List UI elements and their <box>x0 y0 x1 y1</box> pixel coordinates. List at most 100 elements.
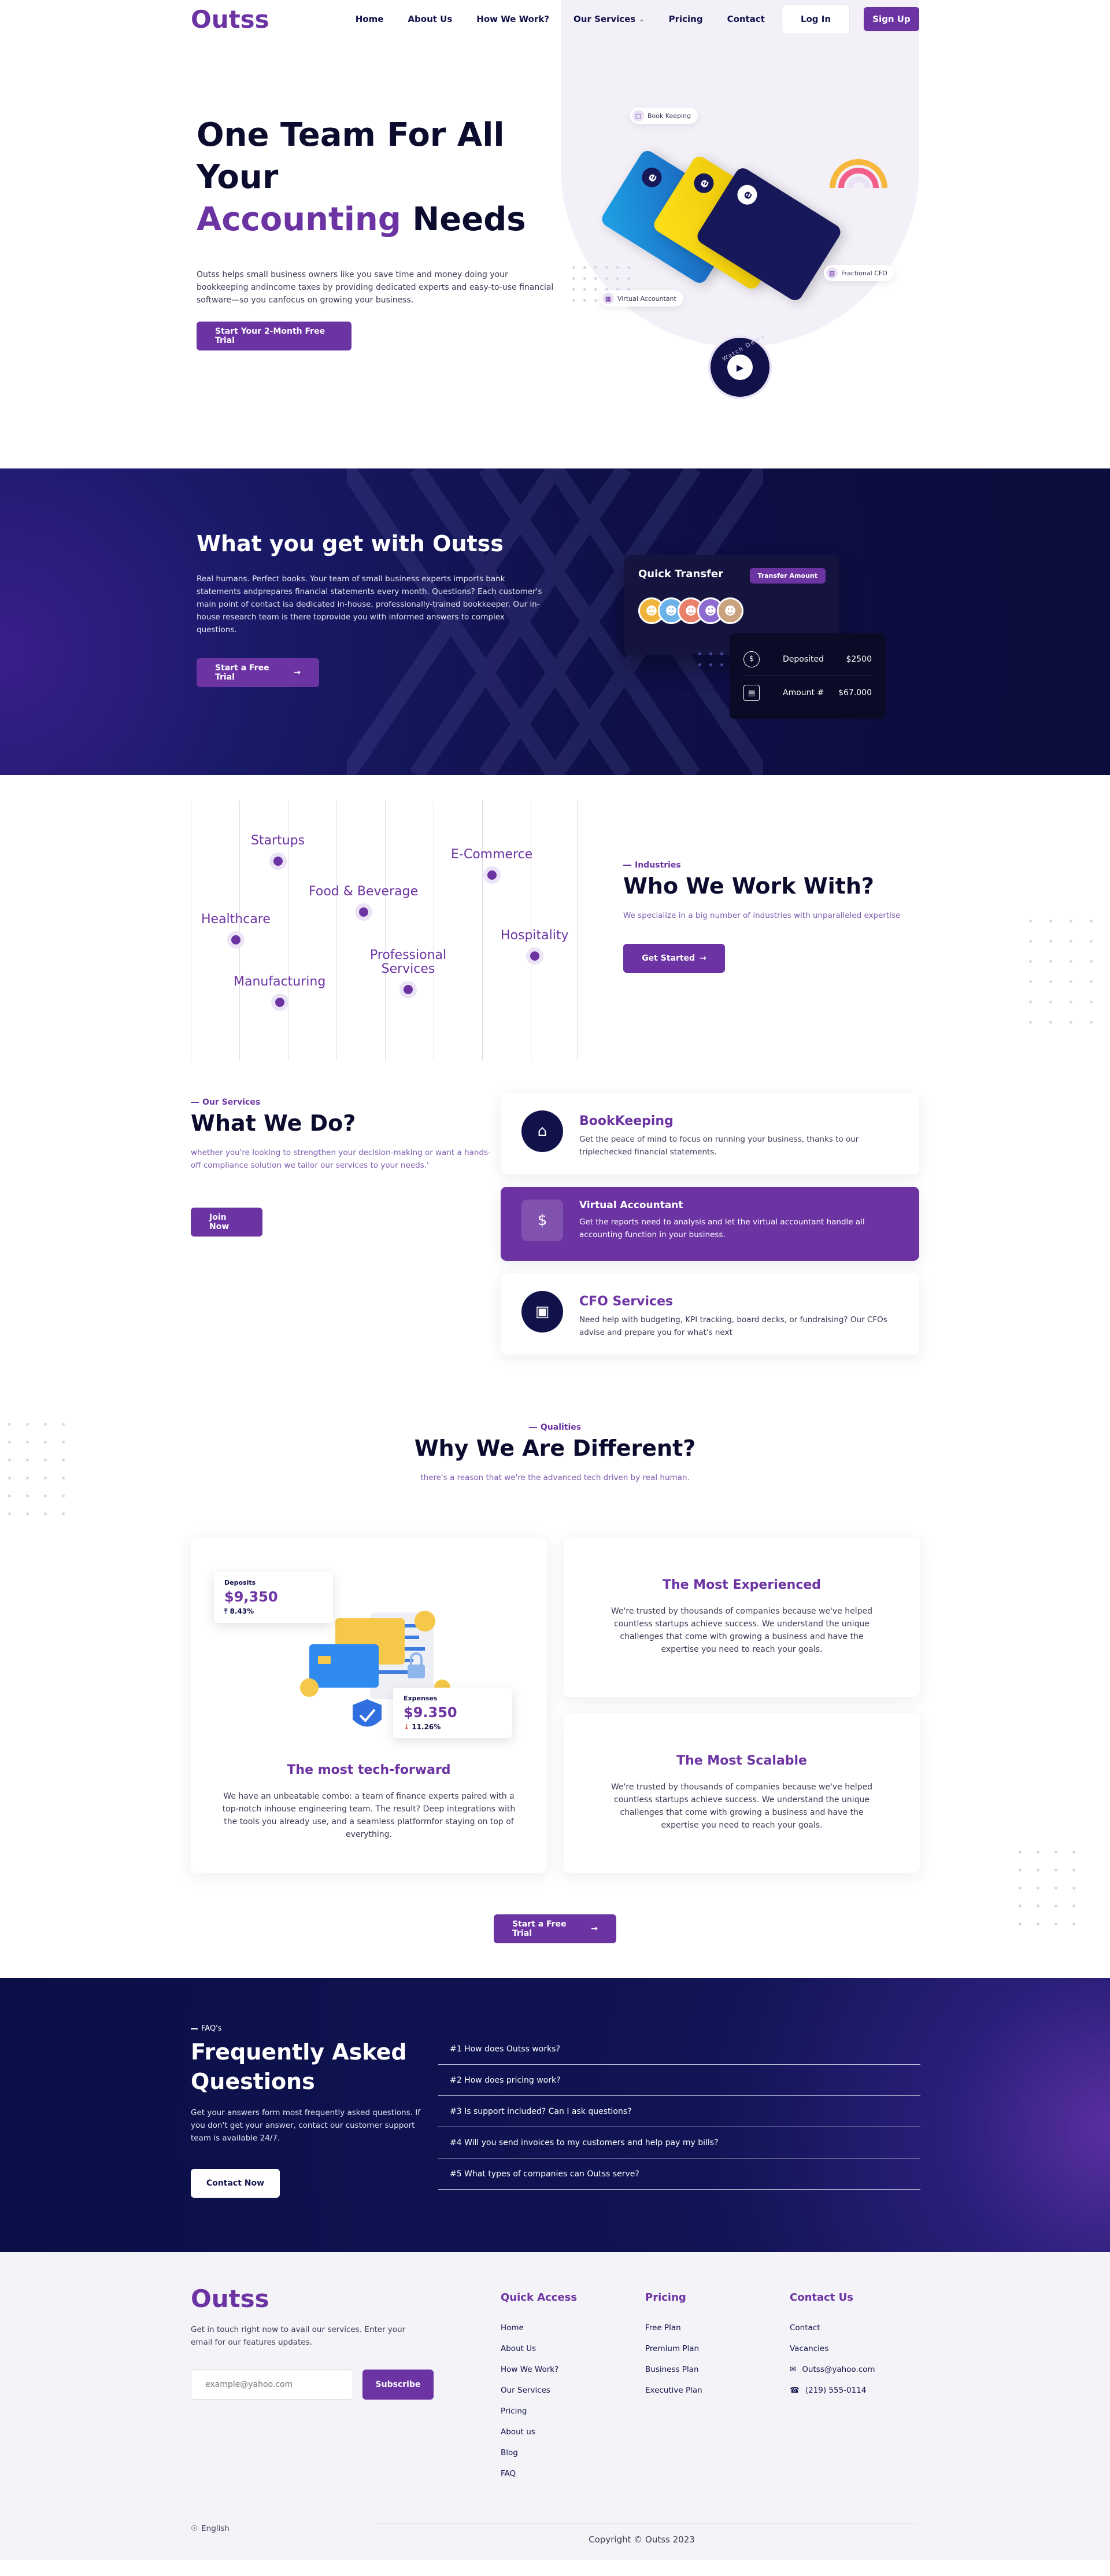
copyright: Copyright © Outss 2023 <box>589 2534 695 2545</box>
join-now-button[interactable]: Join Now <box>191 1208 262 1237</box>
hero-illustration: □ Book Keeping e e e ▦ Virtual Accountant … <box>561 0 919 399</box>
industry-startups[interactable]: Startups <box>251 833 305 870</box>
footer-logo[interactable]: Outss <box>191 2285 434 2313</box>
footer-link[interactable]: Pricing <box>501 2401 577 2422</box>
deposited-value: $2500 <box>846 654 872 664</box>
dollar-icon: $ <box>743 651 760 667</box>
contact-now-button[interactable]: Contact Now <box>191 2168 280 2198</box>
credit-cards: e e e <box>599 147 843 304</box>
money-icon: ▣ <box>521 1291 563 1333</box>
footer-link[interactable]: Executive Plan <box>645 2380 702 2401</box>
arrow-right-icon: → <box>294 668 301 677</box>
transfer-amount-button[interactable]: Transfer Amount <box>749 568 826 584</box>
most-scalable-card: The Most Scalable We're trusted by thous… <box>564 1713 920 1873</box>
subscribe-button[interactable]: Subscribe <box>362 2370 434 2400</box>
watch-demo-button[interactable]: Watch Demo ▶ <box>708 333 772 399</box>
footer-link[interactable]: Home <box>501 2317 577 2338</box>
subscribe-form: Subscribe <box>191 2370 434 2400</box>
chevron-down-icon: ⌄ <box>639 15 645 23</box>
industry-ecommerce[interactable]: E-Commerce <box>451 847 532 884</box>
what-you-get-section: What you get with Outss Real humans. Per… <box>0 468 1110 775</box>
what-description: Real humans. Perfect books. Your team of… <box>197 574 542 634</box>
expenses-change-value: 11.26% <box>412 1723 441 1731</box>
footer-link[interactable]: Business Plan <box>645 2359 702 2380</box>
footer-link[interactable]: Blog <box>501 2442 577 2463</box>
faq-item[interactable]: #5 What types of companies can Outss ser… <box>438 2158 920 2190</box>
phone-icon: ☎ <box>790 2386 800 2395</box>
avatar[interactable]: ☻ <box>717 597 743 624</box>
industry-label: Healthcare <box>201 912 271 927</box>
hero-title-line1: One Team For All Your <box>197 116 505 196</box>
nav-home[interactable]: Home <box>356 14 384 24</box>
get-started-label: Get Started <box>642 954 695 963</box>
qualities-cta-button[interactable]: Start a Free Trial → <box>494 1914 616 1943</box>
chart-icon: ▥ <box>826 267 838 279</box>
qualities-title: Why We Are Different? <box>414 1435 696 1461</box>
faq-item[interactable]: #1 How does Outss works? <box>438 2034 920 2065</box>
industry-professional-services[interactable]: Professional Services <box>368 948 449 999</box>
qualities-section: Qualities Why We Are Different? there's … <box>0 1400 1110 1978</box>
industry-manufacturing[interactable]: Manufacturing <box>234 975 325 1012</box>
footer-link[interactable]: About Us <box>501 2338 577 2359</box>
service-bookkeeping[interactable]: ⌂ BookKeeping Get the peace of mind to fo… <box>501 1093 919 1174</box>
card-logo-icon: e <box>690 169 717 197</box>
language-selector[interactable]: ☉ English <box>191 2524 230 2533</box>
service-name: CFO Services <box>579 1294 674 1309</box>
amount-row: ▤ Amount # $67.000 <box>743 676 872 710</box>
footer-link[interactable]: Vacancies <box>790 2338 875 2359</box>
login-button[interactable]: Log In <box>781 4 850 34</box>
most-scalable-desc: We're trusted by thousands of companies … <box>610 1782 873 1830</box>
faq-title: Frequently Asked Questions <box>191 2039 407 2095</box>
nav-about[interactable]: About Us <box>408 14 452 24</box>
industry-dot <box>483 866 501 884</box>
logo[interactable]: Outss <box>191 5 269 34</box>
deposits-label: Deposits <box>224 1579 256 1586</box>
footer-link[interactable]: Free Plan <box>645 2317 702 2338</box>
faq-item[interactable]: #3 Is support included? Can I ask questi… <box>438 2096 920 2127</box>
email-input[interactable] <box>191 2370 354 2400</box>
tag-book-keeping: □ Book Keeping <box>630 108 698 124</box>
faq-item[interactable]: #2 How does pricing work? <box>438 2065 920 2096</box>
footer-link[interactable]: About us <box>501 2422 577 2442</box>
deposits-stat: Deposits $9,350 ⤒ 8.43% <box>214 1572 333 1623</box>
book-icon: □ <box>632 110 644 121</box>
nav-how-we-work[interactable]: How We Work? <box>476 14 549 24</box>
footer-link[interactable]: Premium Plan <box>645 2338 702 2359</box>
qualities-cta-label: Start a Free Trial <box>512 1920 567 1938</box>
most-experienced-card: The Most Experienced We're trusted by th… <box>564 1537 920 1697</box>
footer-link[interactable]: FAQ <box>501 2463 577 2484</box>
signup-button[interactable]: Sign Up <box>863 7 919 31</box>
avatar-list: ☻ ☻ ☻ ☻ ☻ <box>638 597 826 624</box>
service-virtual-accountant[interactable]: $ Virtual Accountant Get the reports need… <box>501 1187 919 1261</box>
industry-hospitality[interactable]: Hospitality <box>501 928 569 965</box>
industry-label: Professional Services <box>369 948 447 977</box>
industries-section: Startups E-Commerce Food & Beverage Heal… <box>0 775 1110 1076</box>
faq-item[interactable]: #4 Will you send invoices to my customer… <box>438 2127 920 2158</box>
nav-pricing[interactable]: Pricing <box>669 14 703 24</box>
most-experienced-title: The Most Experienced <box>662 1578 822 1592</box>
footer-link[interactable]: Contact <box>790 2317 875 2338</box>
deposits-value: $9,350 <box>224 1589 278 1605</box>
nav-contact[interactable]: Contact <box>727 14 765 24</box>
what-cta-button[interactable]: Start a Free Trial → <box>197 658 319 687</box>
tag-label: Book Keeping <box>648 112 691 120</box>
hero-cta-button[interactable]: Start Your 2-Month Free Trial <box>197 322 352 351</box>
industry-healthcare[interactable]: Healthcare <box>201 912 271 949</box>
industry-label: Startups <box>251 833 305 848</box>
service-name: Virtual Accountant <box>579 1200 683 1211</box>
hero-title-accent: Accounting <box>197 200 401 238</box>
grid-icon: ▦ <box>602 293 614 304</box>
footer-email[interactable]: ✉ Outss@yahoo.com <box>790 2359 875 2380</box>
service-cfo[interactable]: ▣ CFO Services Need help with budgeting, … <box>501 1274 919 1355</box>
get-started-button[interactable]: Get Started → <box>623 944 725 973</box>
nav-services[interactable]: Our Services ⌄ <box>574 14 645 24</box>
footer-link[interactable]: How We Work? <box>501 2359 577 2380</box>
contact-title: Contact Us <box>790 2291 854 2304</box>
industry-food-beverage[interactable]: Food & Beverage <box>309 884 418 921</box>
footer-phone[interactable]: ☎ (219) 555-0114 <box>790 2380 875 2401</box>
footer-link[interactable]: Our Services <box>501 2380 577 2401</box>
card-logo-icon: e <box>734 181 761 209</box>
industry-dot <box>271 994 288 1012</box>
tech-forward-desc: We have an unbeatable combo: a team of f… <box>222 1792 516 1839</box>
most-experienced-desc: We're trusted by thousands of companies … <box>610 1607 873 1654</box>
